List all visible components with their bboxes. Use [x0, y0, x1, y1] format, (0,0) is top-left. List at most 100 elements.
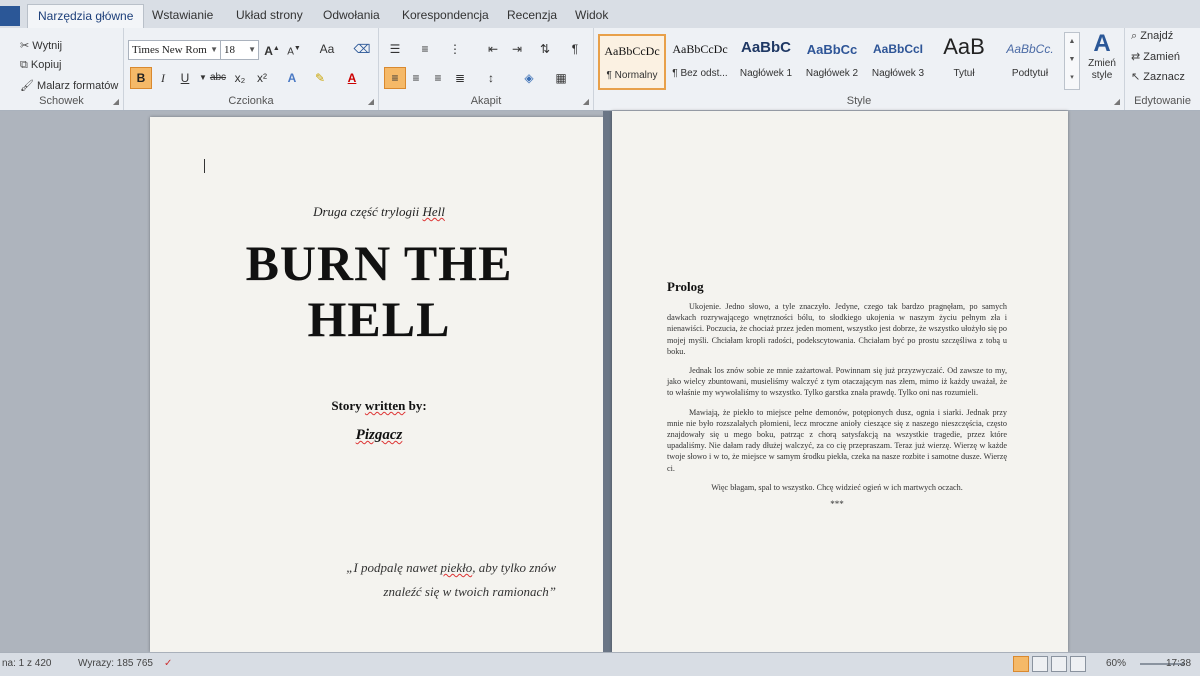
style-name: Podtytuł: [1011, 68, 1049, 79]
word-count[interactable]: Wyrazy: 185 765: [78, 658, 153, 669]
strikethrough-button[interactable]: abc: [208, 68, 228, 88]
font-launcher-icon[interactable]: ◢: [368, 97, 374, 106]
trilogy-subtitle: Druga część trylogii Hell: [150, 204, 608, 220]
italic-button[interactable]: I: [153, 68, 173, 88]
style-heading-2[interactable]: AaBbCc Nagłówek 2: [800, 34, 864, 86]
decrease-indent-icon: ⇤: [487, 42, 499, 56]
style-heading-1[interactable]: AaBbC Nagłówek 1: [734, 34, 798, 86]
tab-mailings[interactable]: Korespondencja: [402, 8, 489, 22]
web-layout-view-icon[interactable]: [1051, 656, 1067, 672]
highlighter-icon: ✎: [314, 71, 326, 85]
print-layout-view-icon[interactable]: [1013, 656, 1029, 672]
copy-button[interactable]: ⧉ Kopiuj: [20, 59, 62, 72]
borders-button[interactable]: ▦: [551, 68, 571, 88]
author-name: Pizgacz: [150, 427, 608, 444]
paragraph-launcher-icon[interactable]: ◢: [583, 97, 589, 106]
style-heading-3[interactable]: AaBbCcI Nagłówek 3: [866, 34, 930, 86]
group-clipboard: ✂ Wytnij ⧉ Kopiuj 🖌 Malarz formatów Scho…: [0, 28, 124, 110]
title-line-2: HELL: [307, 291, 451, 347]
show-formatting-button[interactable]: ¶: [565, 39, 585, 59]
quote-word: piekło: [440, 560, 473, 575]
tab-review[interactable]: Recenzja: [507, 8, 557, 22]
clear-formatting-icon: ⌫: [353, 42, 371, 56]
replace-button[interactable]: ⇄ Zamień: [1131, 50, 1180, 63]
chevron-down-icon[interactable]: ▼: [1065, 51, 1079, 69]
document-area[interactable]: Druga część trylogii Hell BURN THE HELL …: [0, 111, 1200, 652]
change-case-button[interactable]: Aa: [314, 39, 340, 59]
cut-button[interactable]: ✂ Wytnij: [20, 39, 62, 52]
by-word: by:: [405, 398, 427, 413]
book-title: BURN THE HELL: [150, 235, 608, 347]
highlight-button[interactable]: ✎: [310, 68, 330, 88]
proofing-icon[interactable]: ✓: [164, 658, 172, 669]
numbering-button[interactable]: ≡: [415, 39, 435, 59]
bold-button[interactable]: B: [130, 67, 152, 89]
align-left-button[interactable]: ≡: [384, 67, 406, 89]
decrease-indent-button[interactable]: ⇤: [483, 39, 503, 59]
underline-button[interactable]: U: [175, 68, 195, 88]
change-case-icon: Aa: [319, 42, 335, 56]
group-label-font: Czcionka: [228, 95, 274, 107]
group-label-editing: Edytowanie: [1134, 95, 1191, 107]
shrink-font-button[interactable]: A▼: [284, 39, 304, 59]
style-normal[interactable]: AaBbCcDc ¶ Normalny: [598, 34, 666, 90]
replace-icon: ⇄: [1131, 51, 1141, 63]
font-size-value: 18: [224, 44, 235, 56]
font-color-button[interactable]: A: [342, 68, 362, 88]
document-page-1[interactable]: Druga część trylogii Hell BURN THE HELL …: [150, 117, 608, 652]
superscript-button[interactable]: x²: [252, 68, 272, 88]
align-left-icon: ≡: [391, 71, 399, 85]
font-size-combo[interactable]: 18 ▼: [220, 40, 259, 60]
document-page-2[interactable]: Prolog Ukojenie. Jedno słowo, a tyle zna…: [612, 111, 1068, 652]
outline-view-icon[interactable]: [1070, 656, 1086, 672]
clear-formatting-button[interactable]: ⌫: [352, 39, 372, 59]
zoom-level[interactable]: 60%: [1106, 658, 1126, 669]
style-title[interactable]: AaB Tytuł: [932, 34, 996, 86]
full-screen-view-icon[interactable]: [1032, 656, 1048, 672]
select-button[interactable]: ↖ Zaznacz: [1131, 70, 1185, 83]
change-styles-button[interactable]: A Zmień style: [1084, 30, 1120, 82]
find-label: Znajdź: [1140, 30, 1174, 42]
line-spacing-button[interactable]: ↕: [481, 68, 501, 88]
replace-label: Zamień: [1143, 51, 1180, 63]
tab-insert[interactable]: Wstawianie: [152, 8, 213, 22]
sort-icon: ⇅: [539, 42, 551, 56]
sort-button[interactable]: ⇅: [535, 39, 555, 59]
group-label-paragraph: Akapit: [470, 95, 502, 107]
tab-home[interactable]: Narzędzia główne: [27, 4, 145, 29]
quote-pre: „I podpalę nawet: [346, 560, 441, 575]
style-name: Nagłówek 2: [805, 68, 859, 79]
page-count[interactable]: na: 1 z 420: [2, 658, 51, 669]
written-word: written: [364, 398, 406, 413]
grow-font-button[interactable]: A▲: [262, 39, 282, 59]
style-no-spacing[interactable]: AaBbCcDc ¶ Bez odst...: [668, 34, 732, 86]
more-styles-icon[interactable]: ▾: [1065, 69, 1079, 87]
tab-references[interactable]: Odwołania: [323, 8, 380, 22]
multilevel-list-button[interactable]: ⋮: [445, 39, 465, 59]
subscript-button[interactable]: x₂: [230, 68, 250, 88]
styles-launcher-icon[interactable]: ◢: [1114, 97, 1120, 106]
find-button[interactable]: ⌕ Znajdź: [1131, 30, 1173, 43]
format-painter-button[interactable]: 🖌 Malarz formatów: [20, 79, 118, 92]
style-gallery-scroll[interactable]: ▲ ▼ ▾: [1064, 32, 1080, 90]
align-right-button[interactable]: ≡: [428, 68, 448, 88]
file-menu-button[interactable]: [0, 6, 20, 26]
align-center-button[interactable]: ≡: [406, 68, 426, 88]
scissors-icon: ✂: [20, 40, 30, 52]
shading-button[interactable]: ◈: [519, 68, 539, 88]
group-editing: ⌕ Znajdź ⇄ Zamień ↖ Zaznacz Edytowanie: [1125, 28, 1200, 110]
clipboard-launcher-icon[interactable]: ◢: [113, 97, 119, 106]
chevron-up-icon[interactable]: ▲: [1065, 33, 1079, 51]
text-effects-button[interactable]: A: [282, 68, 302, 88]
font-name-combo[interactable]: Times New Rom ▼: [128, 40, 221, 60]
style-subtitle[interactable]: AaBbCc. Podtytuł: [998, 34, 1062, 86]
increase-indent-button[interactable]: ⇥: [507, 39, 527, 59]
pilcrow-icon: ¶: [571, 42, 579, 56]
tab-view[interactable]: Widok: [575, 8, 608, 22]
bullets-button[interactable]: ☰: [385, 39, 405, 59]
justify-icon: ≣: [454, 71, 466, 85]
prolog-heading: Prolog: [667, 279, 704, 294]
style-sample: AaB: [943, 34, 985, 59]
tab-page-layout[interactable]: Układ strony: [236, 8, 303, 22]
justify-button[interactable]: ≣: [450, 68, 470, 88]
